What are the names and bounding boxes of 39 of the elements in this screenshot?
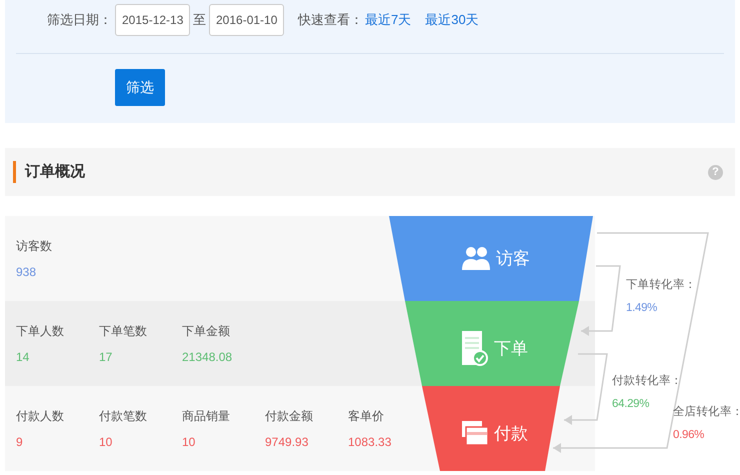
cards-icon — [462, 421, 488, 447]
metric-label: 商品销量 — [182, 408, 230, 425]
metric-value: 21348.08 — [182, 349, 232, 366]
range-separator: 至 — [192, 11, 207, 30]
metric-label: 访客数 — [16, 238, 52, 255]
metric-label: 付款人数 — [16, 408, 64, 425]
rate-label: 全店转化率： — [673, 404, 740, 420]
metric-value: 1083.33 — [348, 434, 392, 451]
people-icon — [462, 246, 490, 272]
metric-label: 下单金额 — [182, 323, 230, 340]
metric-label: 客单价 — [348, 408, 384, 425]
quick-view-label: 快速查看： — [298, 11, 363, 30]
metric-value: 9 — [16, 434, 23, 451]
stage-label: 付款 — [494, 423, 528, 446]
metric-label: 下单人数 — [16, 323, 64, 340]
metric-value: 10 — [182, 434, 196, 451]
filter-button[interactable]: 筛选 — [115, 69, 165, 106]
rate-value: 1.49% — [626, 301, 658, 316]
metric-value: 938 — [16, 264, 36, 281]
rate-label: 下单转化率： — [626, 278, 696, 293]
quick-range-link[interactable]: 最近30天 — [425, 10, 479, 30]
quick-range-link[interactable]: 最近7天 — [365, 10, 412, 30]
stage-label: 访客 — [496, 248, 530, 270]
section-title: 订单概况 — [25, 162, 86, 182]
end-date-field[interactable]: 2016-01-10 — [209, 4, 284, 36]
metric-label: 付款金额 — [265, 408, 313, 425]
rate-value: 0.96% — [673, 428, 704, 444]
stage-label: 下单 — [494, 338, 528, 360]
metric-value: 17 — [99, 349, 112, 366]
filter-label: 筛选日期： — [47, 11, 113, 30]
document-check-icon — [462, 331, 488, 367]
metric-value: 9749.93 — [265, 434, 308, 451]
rate-label: 付款转化率： — [612, 374, 682, 389]
metric-label: 付款笔数 — [99, 408, 147, 425]
metric-value: 10 — [99, 434, 112, 451]
start-date-field[interactable]: 2015-12-13 — [115, 4, 190, 36]
metric-label: 下单笔数 — [99, 323, 147, 340]
metric-value: 14 — [16, 349, 30, 366]
rate-value: 64.29% — [612, 397, 650, 412]
